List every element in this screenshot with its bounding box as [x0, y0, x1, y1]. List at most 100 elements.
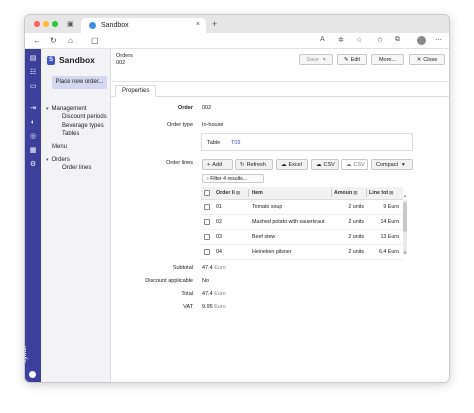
window-maximize-button[interactable] [52, 21, 58, 27]
sidebar-group-label: Management [51, 106, 87, 112]
table-link[interactable]: T03 [231, 140, 240, 146]
excel-button[interactable]: ☁ Excel [276, 159, 308, 170]
back-icon[interactable]: ← [33, 36, 41, 45]
profile-avatar[interactable] [417, 36, 426, 45]
column-header-label: Line tot [369, 190, 389, 196]
save-button[interactable]: Save ▾ [299, 54, 333, 65]
more-label: More... [378, 56, 397, 63]
place-new-order-button[interactable]: Place new order... [52, 76, 107, 89]
record-id: 002 [116, 60, 126, 66]
vat-label: VAT [183, 304, 193, 310]
cell-item: Heineken pilsner [252, 249, 292, 255]
refresh-icon: ↻ [240, 161, 245, 168]
keyboard-icon[interactable]: ▦ [29, 147, 37, 155]
column-separator[interactable] [331, 189, 332, 197]
compact-select[interactable]: Compact ▾ [371, 159, 413, 170]
scroll-up-icon[interactable]: ▲ [403, 193, 407, 198]
sort-icon: ▤ [353, 190, 358, 195]
extensions-icon[interactable]: ✲ [338, 36, 344, 44]
select-all-checkbox[interactable] [204, 187, 210, 199]
table-row[interactable]: 02 Mashed potato with sauerkraut 2 units… [201, 215, 403, 230]
csv-label: CSV [323, 161, 335, 168]
window-icon[interactable]: ▭ [29, 83, 37, 91]
breadcrumb[interactable]: Orders [116, 53, 133, 59]
add-label: Add [212, 161, 223, 168]
more-options-icon[interactable]: ⋯ [435, 36, 442, 44]
close-label: Close [423, 56, 438, 63]
download-icon: ☁ [281, 161, 287, 168]
browser-tab[interactable]: Sandbox × [81, 18, 206, 33]
cell-amount: 2 units [348, 249, 364, 255]
sidebar: S Sandbox Place new order... ▾ Management… [41, 49, 111, 382]
settings-icon[interactable]: ⚙ [29, 161, 37, 169]
sidebar-group-menu[interactable]: Menu [52, 144, 67, 150]
document-icon[interactable]: ▤ [29, 55, 37, 63]
sidebar-toggle-icon[interactable]: ▣ [67, 20, 74, 28]
refresh-button[interactable]: ↻ Refresh [235, 159, 273, 170]
tab-close-icon[interactable]: × [196, 21, 200, 28]
reload-icon[interactable]: ↻ [50, 36, 57, 45]
order-lines-label: Order lines [166, 160, 193, 166]
order-type-value: In-house [202, 122, 224, 128]
row-checkbox[interactable] [204, 200, 210, 214]
add-button[interactable]: + Add [202, 159, 233, 170]
table-reference: Table T03 [201, 133, 413, 151]
filter-text: Filter 4 results... [210, 176, 248, 182]
window-minimize-button[interactable] [43, 21, 49, 27]
more-button[interactable]: More... [371, 54, 404, 65]
discount-value: No [202, 278, 210, 284]
tab-properties[interactable]: Properties [115, 85, 157, 97]
table-row[interactable]: 01 Tomato soup 2 units 9 Euro [201, 200, 403, 215]
sort-icon: ▤ [389, 190, 394, 195]
close-button[interactable]: ✕ Close [409, 54, 445, 65]
csv-alt-button[interactable]: ☁ CSV [341, 159, 368, 170]
sidebar-item-order-lines[interactable]: Order lines [62, 165, 91, 171]
scroll-down-icon[interactable]: ▼ [403, 250, 407, 255]
window-close-button[interactable] [34, 21, 40, 27]
read-aloud-icon[interactable]: A [320, 36, 325, 43]
kymer-logo-text: kymer [24, 345, 28, 363]
subtotal-unit: Euro [214, 265, 226, 271]
scrollbar-thumb[interactable] [403, 202, 407, 232]
filter-input[interactable]: › Filter 4 results... [202, 174, 264, 183]
edit-button[interactable]: ✎ Edit [337, 54, 367, 65]
favorite-icon[interactable]: ☆ [356, 36, 362, 44]
sidebar-item-discount-periods[interactable]: Discount periods [62, 114, 107, 120]
new-tab-button[interactable]: + [212, 19, 217, 29]
site-info-icon[interactable]: ▢ [91, 36, 99, 45]
table-row[interactable]: 04 Heineken pilsner 2 units 6,4 Euro [201, 245, 403, 260]
column-header-item[interactable]: Item [252, 187, 263, 199]
csv-button[interactable]: ☁ CSV [311, 159, 339, 170]
sidebar-item-beverage-types[interactable]: Beverage types [62, 123, 104, 129]
discount-label: Discount applicable [145, 278, 193, 284]
column-header-label: Item [252, 190, 263, 196]
column-separator[interactable] [248, 189, 249, 197]
column-header-line-total[interactable]: Line tot ▤ [369, 187, 402, 199]
row-checkbox[interactable] [204, 245, 210, 259]
favorites-icon[interactable]: ✩ [377, 36, 383, 44]
sidebar-group-orders[interactable]: ▾ Orders [46, 157, 70, 163]
column-header-amount[interactable]: Amoun ▤ [334, 187, 366, 199]
table-row[interactable]: 03 Beef stew 2 units 13 Euro [201, 230, 403, 245]
order-value: 002 [202, 105, 212, 111]
login-icon[interactable]: ⇥ [29, 105, 37, 113]
row-checkbox[interactable] [204, 215, 210, 229]
plus-icon: + [207, 161, 211, 168]
sidebar-group-management[interactable]: ▾ Management [46, 106, 87, 112]
sidebar-item-tables[interactable]: Tables [62, 131, 79, 137]
subtotal-amount: 47.4 [202, 265, 213, 271]
column-header-order[interactable]: Order li ▤ [216, 187, 248, 199]
column-separator[interactable] [366, 189, 367, 197]
cell-order: 01 [216, 204, 222, 210]
home-icon[interactable]: ⌂ [68, 36, 73, 45]
row-checkbox[interactable] [204, 230, 210, 244]
collections-icon[interactable]: ⧉ [395, 36, 400, 44]
list-check-icon[interactable]: ☷ [29, 69, 37, 77]
palette-icon[interactable]: ◐ [29, 119, 37, 127]
app-logo-icon: S [47, 55, 55, 65]
globe-icon[interactable]: ◎ [29, 133, 37, 141]
browser-titlebar: ▣ Sandbox × + [25, 15, 449, 33]
grid-vertical-scrollbar[interactable] [403, 200, 407, 255]
chevron-down-icon: ▾ [46, 157, 49, 163]
app-header[interactable]: S Sandbox [47, 55, 95, 65]
